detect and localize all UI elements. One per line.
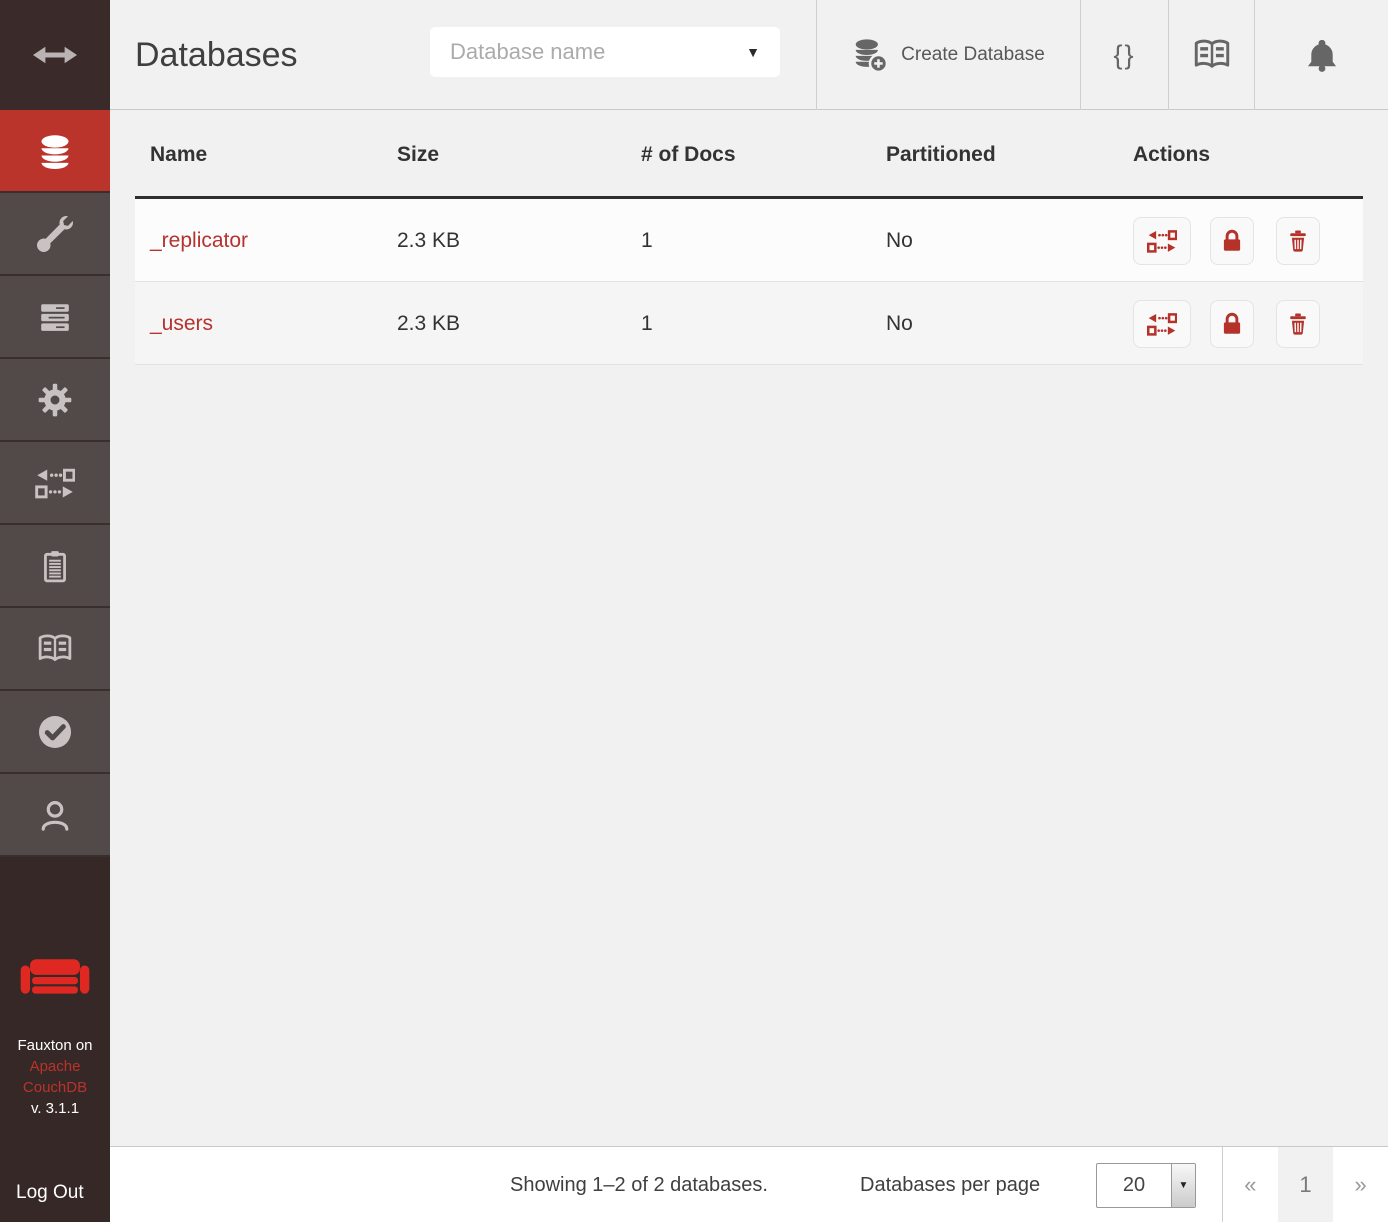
set-permissions-button[interactable] — [1210, 300, 1254, 348]
pagination: « 1 » — [1222, 1147, 1388, 1222]
database-link[interactable]: _replicator — [150, 229, 248, 253]
sidebar-item-settings[interactable] — [0, 359, 110, 442]
sidebar-item-documentation[interactable] — [0, 608, 110, 691]
server-icon — [38, 300, 72, 334]
create-database-label: Create Database — [901, 44, 1045, 66]
lock-icon — [1219, 311, 1245, 337]
database-icon — [37, 133, 73, 169]
databases-table: Name Size # of Docs Partitioned Actions … — [135, 111, 1363, 365]
sidebar-item-setup[interactable] — [0, 193, 110, 276]
chevron-down-icon: ▼ — [746, 27, 760, 77]
replication-icon — [1147, 312, 1177, 336]
sidebar: Fauxton on Apache CouchDB v. 3.1.1 Log O… — [0, 0, 110, 1222]
actions-cell — [1133, 199, 1320, 282]
size-cell: 2.3 KB — [397, 282, 460, 365]
resize-horizontal-icon — [32, 44, 78, 66]
version-info: Fauxton on Apache CouchDB v. 3.1.1 — [0, 1035, 110, 1119]
json-braces-button[interactable]: {} — [1080, 0, 1168, 110]
replication-icon — [35, 467, 75, 499]
footer: Showing 1–2 of 2 databases. Databases pe… — [110, 1146, 1388, 1222]
bell-icon — [1304, 37, 1340, 73]
page-header: Databases Database name ▼ — [110, 0, 1388, 110]
sidebar-item-replication[interactable] — [0, 442, 110, 525]
notifications-button[interactable] — [1254, 0, 1388, 110]
lock-icon — [1219, 228, 1245, 254]
table-row: _users 2.3 KB 1 No — [135, 282, 1363, 365]
sidebar-item-account[interactable] — [0, 774, 110, 857]
fauxton-databases-screen: Fauxton on Apache CouchDB v. 3.1.1 Log O… — [0, 0, 1388, 1222]
showing-text: Showing 1–2 of 2 databases. — [510, 1147, 768, 1222]
fauxton-label: Fauxton on — [17, 1037, 92, 1054]
pagination-prev-button[interactable]: « — [1223, 1147, 1278, 1222]
version-label: v. 3.1.1 — [31, 1100, 79, 1117]
trash-icon — [1285, 228, 1311, 254]
page-title: Databases — [135, 0, 298, 110]
gear-icon — [37, 382, 73, 418]
sidebar-footer: Fauxton on Apache CouchDB v. 3.1.1 Log O… — [0, 857, 110, 1222]
open-book-icon — [1191, 37, 1233, 73]
logout-button[interactable]: Log Out — [16, 1182, 84, 1204]
replication-icon — [1147, 229, 1177, 253]
sidebar-nav — [0, 110, 110, 857]
replicate-database-button[interactable] — [1133, 217, 1191, 265]
documentation-button[interactable] — [1168, 0, 1254, 110]
database-name-select[interactable]: Database name ▼ — [430, 27, 780, 77]
open-book-icon — [35, 632, 75, 666]
size-cell: 2.3 KB — [397, 199, 460, 282]
main-content: Name Size # of Docs Partitioned Actions … — [110, 111, 1388, 1146]
table-header-row: Name Size # of Docs Partitioned Actions — [135, 111, 1363, 199]
docs-cell: 1 — [641, 199, 653, 282]
sidebar-item-active-tasks[interactable] — [0, 525, 110, 608]
delete-database-button[interactable] — [1276, 217, 1320, 265]
collapse-sidebar-button[interactable] — [0, 0, 110, 110]
select-arrow-icon: ▼ — [1171, 1164, 1195, 1207]
pagination-next-button[interactable]: » — [1333, 1147, 1388, 1222]
clipboard-icon — [38, 549, 72, 583]
column-header-docs: # of Docs — [641, 111, 736, 199]
per-page-label: Databases per page — [860, 1147, 1040, 1222]
delete-database-button[interactable] — [1276, 300, 1320, 348]
pagination-page-1[interactable]: 1 — [1278, 1147, 1334, 1222]
database-plus-icon — [852, 37, 888, 73]
header-actions: Create Database {} — [816, 0, 1388, 110]
actions-cell — [1133, 282, 1320, 365]
check-circle-icon — [36, 713, 74, 751]
database-name-placeholder: Database name — [430, 39, 605, 65]
docs-cell: 1 — [641, 282, 653, 365]
per-page-select[interactable]: 20 ▼ — [1096, 1163, 1196, 1208]
create-database-button[interactable]: Create Database — [816, 0, 1080, 110]
column-header-name: Name — [150, 111, 207, 199]
table-row: _replicator 2.3 KB 1 No — [135, 199, 1363, 282]
database-link[interactable]: _users — [150, 312, 213, 336]
sidebar-item-configuration[interactable] — [0, 276, 110, 359]
column-header-actions: Actions — [1133, 111, 1210, 199]
partitioned-cell: No — [886, 199, 913, 282]
partitioned-cell: No — [886, 282, 913, 365]
column-header-size: Size — [397, 111, 439, 199]
per-page-value: 20 — [1097, 1164, 1171, 1207]
user-icon — [37, 797, 73, 833]
set-permissions-button[interactable] — [1210, 217, 1254, 265]
column-header-partitioned: Partitioned — [886, 111, 996, 199]
replicate-database-button[interactable] — [1133, 300, 1191, 348]
apache-couchdb-link[interactable]: Apache CouchDB — [13, 1056, 97, 1098]
sidebar-item-databases[interactable] — [0, 110, 110, 193]
trash-icon — [1285, 311, 1311, 337]
braces-icon: {} — [1113, 40, 1135, 71]
couchdb-logo-icon — [0, 952, 110, 1004]
sidebar-item-verify[interactable] — [0, 691, 110, 774]
wrench-icon — [37, 216, 73, 252]
